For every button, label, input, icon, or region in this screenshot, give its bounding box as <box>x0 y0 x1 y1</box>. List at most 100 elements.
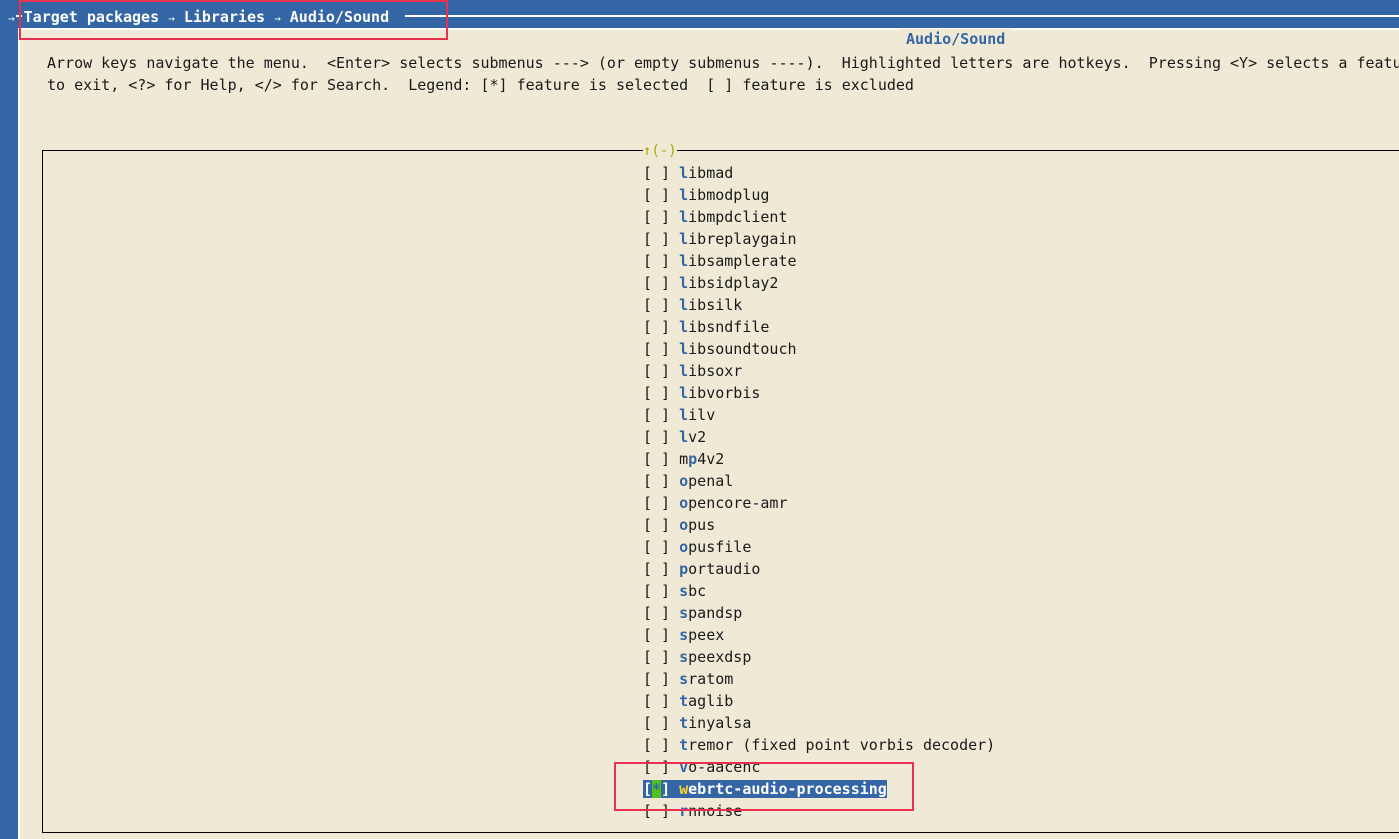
menu-item-label: mp4v2 <box>679 450 725 468</box>
hotkey-letter: l <box>679 384 689 402</box>
checkbox[interactable]: [ ] <box>643 516 670 534</box>
checkbox[interactable]: [ ] <box>643 560 670 578</box>
menu-item-label: opus <box>679 516 716 534</box>
checkbox[interactable]: [ ] <box>643 604 670 622</box>
breadcrumb-libraries: Libraries <box>183 8 266 26</box>
checkbox[interactable]: [ ] <box>643 384 670 402</box>
menu-item[interactable]: [ ] portaudio <box>643 558 995 580</box>
checkbox[interactable]: [ ] <box>643 340 670 358</box>
menu-item-label: libsamplerate <box>679 252 797 270</box>
menu-item-label: lv2 <box>679 428 707 446</box>
menu-item-label: libsoundtouch <box>679 340 797 358</box>
checkbox[interactable]: [ ] <box>643 274 670 292</box>
menu-item[interactable]: [ ] libvorbis <box>643 382 995 404</box>
menu-item[interactable]: [ ] mp4v2 <box>643 448 995 470</box>
checkbox[interactable]: [ ] <box>643 450 670 468</box>
checkbox[interactable]: [ ] <box>643 252 670 270</box>
hotkey-letter: s <box>679 626 689 644</box>
menu-item[interactable]: [ ] lilv <box>643 404 995 426</box>
checkbox[interactable]: [ ] <box>643 472 670 490</box>
menu-item[interactable]: [ ] libsoxr <box>643 360 995 382</box>
hotkey-letter: l <box>679 428 689 446</box>
checkbox[interactable]: [ ] <box>643 582 670 600</box>
menu-item[interactable]: [ ] opus <box>643 514 995 536</box>
menu-list-box: ↑(-) [ ] libmad[ ] libmodplug[ ] libmpdc… <box>42 141 1399 833</box>
menu-item-label: libreplaygain <box>679 230 797 248</box>
menu-item-label: speexdsp <box>679 648 752 666</box>
menu-item[interactable]: [ ] spandsp <box>643 602 995 624</box>
checkbox[interactable]: [ ] <box>643 692 670 710</box>
menu-item[interactable]: [ ] opusfile <box>643 536 995 558</box>
menu-item-label: libmad <box>679 164 734 182</box>
menu-item-label: speex <box>679 626 725 644</box>
menu-item[interactable]: [ ] lv2 <box>643 426 995 448</box>
menu-item[interactable]: [ ] libreplaygain <box>643 228 995 250</box>
menu-list: [ ] libmad[ ] libmodplug[ ] libmpdclient… <box>643 162 995 822</box>
checkbox[interactable]: [ ] <box>643 648 670 666</box>
checkbox[interactable]: [*] <box>643 780 670 798</box>
menu-item-content: [ ] opusfile <box>643 538 751 556</box>
menu-item-label: libmpdclient <box>679 208 788 226</box>
menu-item-content: [ ] sbc <box>643 582 706 600</box>
breadcrumb-leading-arrow: → <box>8 12 15 25</box>
checkbox[interactable]: [ ] <box>643 802 670 820</box>
hotkey-letter: o <box>679 516 689 534</box>
menu-item[interactable]: [ ] libmpdclient <box>643 206 995 228</box>
menu-item[interactable]: [ ] tinyalsa <box>643 712 995 734</box>
checkbox[interactable]: [ ] <box>643 296 670 314</box>
menu-item[interactable]: [ ] libsoundtouch <box>643 338 995 360</box>
menu-item[interactable]: [ ] libsamplerate <box>643 250 995 272</box>
hotkey-letter: s <box>679 648 689 666</box>
checkbox[interactable]: [ ] <box>643 362 670 380</box>
menu-item-content: [ ] lilv <box>643 406 715 424</box>
menu-item-label: sratom <box>679 670 734 688</box>
checkbox[interactable]: [ ] <box>643 186 670 204</box>
menu-item-label: rnnoise <box>679 802 743 820</box>
checkbox[interactable]: [ ] <box>643 670 670 688</box>
menu-item[interactable]: [ ] vo-aacenc <box>643 756 995 778</box>
checkbox[interactable]: [ ] <box>643 736 670 754</box>
hotkey-letter: l <box>679 252 689 270</box>
menu-item-content: [ ] lv2 <box>643 428 706 446</box>
hotkey-letter: l <box>679 164 689 182</box>
hotkey-letter: p <box>679 560 689 578</box>
menu-item[interactable]: [ ] libsilk <box>643 294 995 316</box>
menu-item[interactable]: [ ] libsndfile <box>643 316 995 338</box>
menu-item[interactable]: [ ] taglib <box>643 690 995 712</box>
checkbox[interactable]: [ ] <box>643 494 670 512</box>
checkbox[interactable]: [ ] <box>643 318 670 336</box>
menu-item-content: [ ] libsidplay2 <box>643 274 778 292</box>
checkbox[interactable]: [ ] <box>643 406 670 424</box>
checkbox[interactable]: [ ] <box>643 758 670 776</box>
hotkey-letter: l <box>679 318 689 336</box>
help-text: Arrow keys navigate the menu. <Enter> se… <box>47 52 1399 96</box>
menu-item[interactable]: [ ] speexdsp <box>643 646 995 668</box>
menu-item-label: libmodplug <box>679 186 770 204</box>
checkbox[interactable]: [ ] <box>643 714 670 732</box>
hotkey-letter: l <box>679 406 689 424</box>
menu-item[interactable]: [ ] libmad <box>643 162 995 184</box>
menu-item[interactable]: [ ] libmodplug <box>643 184 995 206</box>
menu-item[interactable]: [ ] rnnoise <box>643 800 995 822</box>
checkbox[interactable]: [ ] <box>643 164 670 182</box>
checkbox[interactable]: [ ] <box>643 626 670 644</box>
menu-item-label: vo-aacenc <box>679 758 761 776</box>
menu-item[interactable]: [ ] openal <box>643 470 995 492</box>
menu-item[interactable]: [ ] sratom <box>643 668 995 690</box>
menu-item[interactable]: [ ] tremor (fixed point vorbis decoder) <box>643 734 995 756</box>
checkbox[interactable]: [ ] <box>643 538 670 556</box>
hotkey-letter: s <box>679 604 689 622</box>
menu-item-label: lilv <box>679 406 716 424</box>
menu-item[interactable]: [*] webrtc-audio-processing <box>643 778 995 800</box>
hotkey-letter: p <box>688 450 698 468</box>
breadcrumb-separator: → <box>274 12 281 25</box>
checkbox[interactable]: [ ] <box>643 208 670 226</box>
menu-item[interactable]: [ ] opencore-amr <box>643 492 995 514</box>
menu-item[interactable]: [ ] speex <box>643 624 995 646</box>
checkbox[interactable]: [ ] <box>643 428 670 446</box>
checkbox[interactable]: [ ] <box>643 230 670 248</box>
menu-item[interactable]: [ ] libsidplay2 <box>643 272 995 294</box>
hotkey-letter: t <box>679 692 689 710</box>
menu-item[interactable]: [ ] sbc <box>643 580 995 602</box>
cursor-indicator: * <box>652 780 662 798</box>
